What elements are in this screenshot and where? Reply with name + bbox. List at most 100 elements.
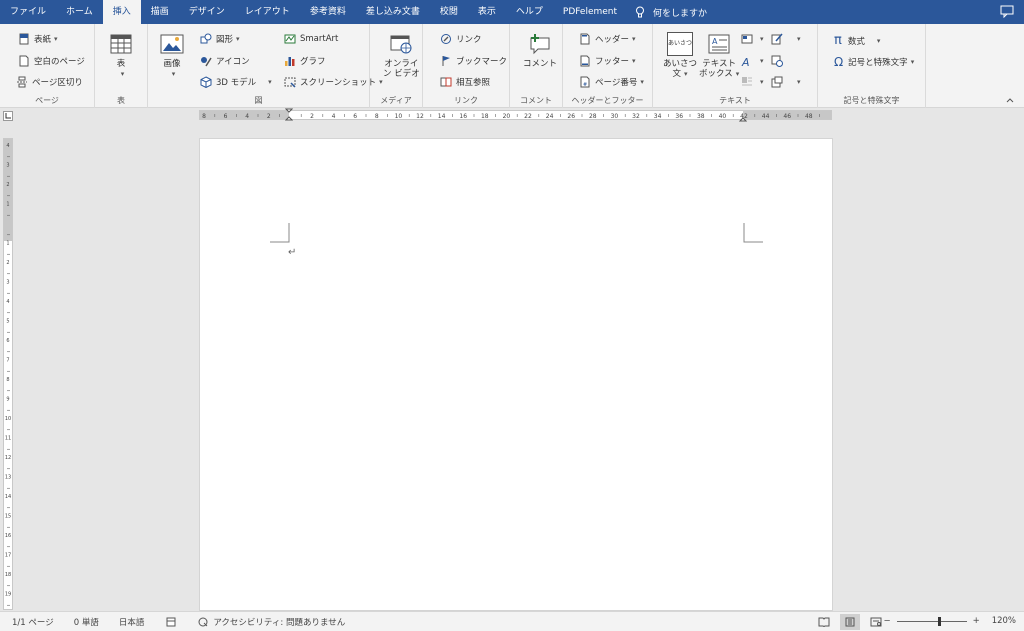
page-number-button[interactable]: # ページ番号 ▾ <box>579 76 644 88</box>
table-icon <box>110 34 132 54</box>
cross-reference-icon <box>440 77 452 87</box>
shapes-icon <box>200 33 212 44</box>
vertical-ruler-label: 18 <box>5 572 11 578</box>
tab-layout[interactable]: レイアウト <box>235 0 300 24</box>
signature-pen-icon <box>771 33 783 45</box>
document-page[interactable]: ↵ <box>199 138 833 611</box>
tab-help[interactable]: ヘルプ <box>506 0 553 24</box>
read-mode-button[interactable] <box>814 614 834 630</box>
comments-icon[interactable] <box>1000 5 1014 18</box>
cover-page-button[interactable]: 表紙 ▾ <box>18 33 58 45</box>
dropdown-arrow-icon: ▾ <box>171 70 176 78</box>
print-layout-button[interactable] <box>840 614 860 630</box>
link-button[interactable]: リンク <box>440 33 482 45</box>
header-icon <box>580 33 590 45</box>
calendar-clock-icon <box>771 55 783 67</box>
blank-page-button[interactable]: 空白のページ <box>18 55 85 67</box>
vertical-ruler-label: 3 <box>6 163 9 169</box>
dropdown-arrow-icon: ▾ <box>632 57 636 65</box>
zoom-out-button[interactable]: − <box>883 616 890 626</box>
table-button[interactable]: 表 ▾ <box>109 32 133 79</box>
ruler-label: 38 <box>697 113 705 119</box>
vertical-ruler-label: 2 <box>6 260 9 266</box>
image-button[interactable]: 画像 ▾ <box>160 32 184 79</box>
ruler-label: 32 <box>632 113 640 119</box>
shapes-button[interactable]: 図形 ▾ <box>200 33 240 45</box>
3d-models-button[interactable]: 3D モデル ▾ <box>200 76 272 88</box>
page-count[interactable]: 1/1 ページ <box>12 616 54 628</box>
picture-icon <box>160 34 184 54</box>
dropdown-arrow-icon: ▾ <box>684 70 688 78</box>
horizontal-ruler[interactable]: 8 6 4 2 2 4 6 8 10 12 14 16 18 20 22 24 26 28 30 32 34 36 38 40… <box>199 108 832 122</box>
ribbon-tab-bar: ファイル ホーム 挿入 描画 デザイン レイアウト 参考資料 差し込み文書 校閲… <box>0 0 1024 24</box>
tab-draw[interactable]: 描画 <box>141 0 179 24</box>
new-comment-button[interactable]: コメント <box>523 32 557 69</box>
record-macro-icon <box>166 617 176 626</box>
date-time-button[interactable] <box>771 55 787 67</box>
right-indent-marker-icon[interactable] <box>739 114 747 122</box>
svg-text:A: A <box>741 56 750 67</box>
chart-button[interactable]: グラフ <box>284 55 326 67</box>
bar-chart-icon <box>285 57 295 66</box>
ruler-label: 46 <box>783 113 791 119</box>
drop-cap-button[interactable]: ▾ <box>741 76 764 88</box>
macro-record-icon[interactable] <box>166 617 176 627</box>
tab-file[interactable]: ファイル <box>0 0 56 24</box>
tab-home[interactable]: ホーム <box>56 0 103 24</box>
cross-reference-button[interactable]: 相互参照 <box>440 76 490 88</box>
dropdown-arrow-icon: ▾ <box>910 58 915 66</box>
tab-design[interactable]: デザイン <box>179 0 235 24</box>
vertical-ruler[interactable]: 4 3 2 1 1 2 3 4 5 6 7 8 9 10 11 12 13 14 15 16 17 18 19 <box>3 138 13 610</box>
wordart-button[interactable]: A ▾ <box>741 55 764 67</box>
ruler-label: 12 <box>416 113 424 119</box>
symbol-button[interactable]: Ω 記号と特殊文字 ▾ <box>834 55 914 69</box>
word-count[interactable]: 0 単語 <box>74 616 99 628</box>
vertical-ruler-label: 11 <box>5 436 11 442</box>
zoom-in-button[interactable]: + <box>973 616 980 626</box>
tab-review[interactable]: 校閲 <box>430 0 468 24</box>
bookmark-button[interactable]: ブックマーク <box>440 55 507 67</box>
greeting-button[interactable]: あいさつ あいさつ 文 ▾ <box>663 32 697 79</box>
cover-page-icon <box>19 33 29 45</box>
icons-button[interactable]: アイコン <box>200 55 250 67</box>
tab-mailings[interactable]: 差し込み文書 <box>356 0 430 24</box>
quick-parts-button[interactable]: ▾ <box>741 33 764 45</box>
zoom-level[interactable]: 120% <box>992 616 1016 626</box>
dropdown-arrow-icon: ▾ <box>735 70 740 78</box>
ruler-label: 36 <box>675 113 683 119</box>
dropdown-arrow-icon: ▾ <box>236 35 240 43</box>
online-video-button[interactable]: オンライ ン ビデオ <box>383 32 420 79</box>
print-layout-icon <box>845 617 855 627</box>
vertical-ruler-label: 12 <box>5 455 11 461</box>
tab-view[interactable]: 表示 <box>468 0 506 24</box>
vertical-ruler-label: 6 <box>6 338 9 344</box>
vertical-ruler-label: 1 <box>6 202 9 208</box>
smartart-button[interactable]: SmartArt <box>284 33 338 45</box>
tab-references[interactable]: 参考資料 <box>300 0 356 24</box>
ruler-label: 18 <box>481 113 489 119</box>
header-button[interactable]: ヘッダー ▾ <box>579 33 636 45</box>
signature-line-button[interactable]: ▾ <box>771 33 801 45</box>
vertical-ruler-label: 9 <box>6 397 9 403</box>
equation-button[interactable]: π 数式 ▾ <box>834 33 880 48</box>
collapse-ribbon-icon[interactable] <box>1006 97 1014 103</box>
ruler-label: 40 <box>719 113 727 119</box>
zoom-slider[interactable] <box>896 616 967 626</box>
language[interactable]: 日本語 <box>119 616 145 628</box>
tab-pdfelement[interactable]: PDFelement <box>553 0 627 24</box>
object-button[interactable]: ▾ <box>771 76 801 88</box>
screenshot-button[interactable]: スクリーンショット ▾ <box>284 76 383 88</box>
ruler-label: 2 <box>310 113 314 119</box>
tab-insert[interactable]: 挿入 <box>102 0 141 24</box>
accessibility-status[interactable]: アクセシビリティ: 問題ありません <box>198 616 345 628</box>
footer-button[interactable]: フッター ▾ <box>579 55 636 67</box>
text-box-button[interactable]: A テキスト ボックス ▾ <box>699 32 739 79</box>
cube-icon <box>200 76 212 88</box>
zoom-slider-thumb[interactable] <box>938 616 942 626</box>
page-break-button[interactable]: ページ区切り <box>16 76 83 88</box>
quick-parts-icon <box>741 34 753 44</box>
tab-selector[interactable] <box>3 111 13 121</box>
ruler-label: 4 <box>332 113 336 119</box>
indent-marker-icon[interactable] <box>285 108 293 122</box>
tell-me-box[interactable]: 何をしますか <box>635 6 707 19</box>
